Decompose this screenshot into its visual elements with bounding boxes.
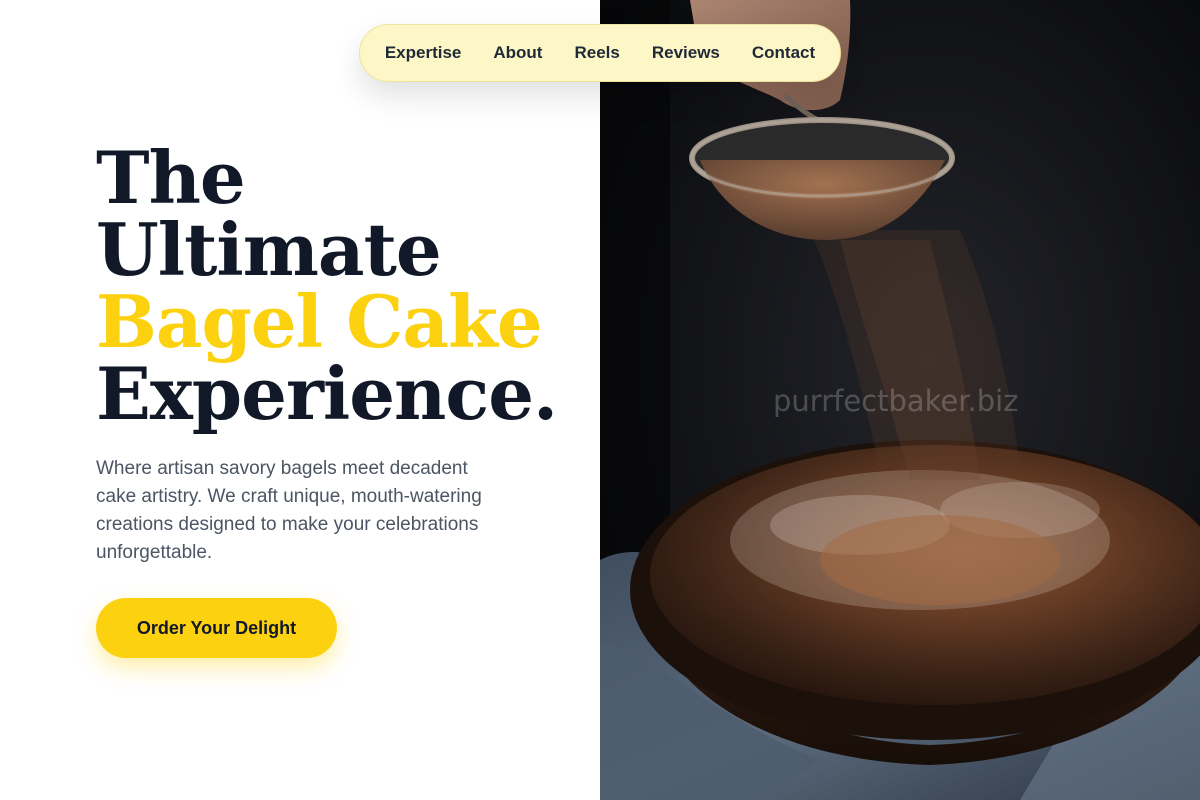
hero-title-line-2: Ultimate (96, 207, 442, 292)
watermark-text: purrfectbaker.biz (773, 384, 1019, 418)
nav-link-about[interactable]: About (493, 43, 542, 63)
hero-title-line-1: The (96, 135, 246, 220)
nav-link-reviews[interactable]: Reviews (652, 43, 720, 63)
hero-title: The Ultimate Bagel Cake Experience. (96, 135, 558, 436)
nav-link-reels[interactable]: Reels (574, 43, 619, 63)
nav-link-expertise[interactable]: Expertise (385, 43, 462, 63)
hero-description: Where artisan savory bagels meet decaden… (96, 458, 482, 563)
hero-title-accent-line: Bagel Cake (96, 279, 543, 364)
order-button[interactable]: Order Your Delight (96, 598, 337, 658)
hero-title-line-4: Experience. (96, 351, 558, 436)
main-nav: Expertise About Reels Reviews Contact (359, 24, 841, 82)
hero-left-panel: The Ultimate Bagel Cake Experience. Wher… (0, 0, 600, 800)
nav-link-contact[interactable]: Contact (752, 43, 815, 63)
